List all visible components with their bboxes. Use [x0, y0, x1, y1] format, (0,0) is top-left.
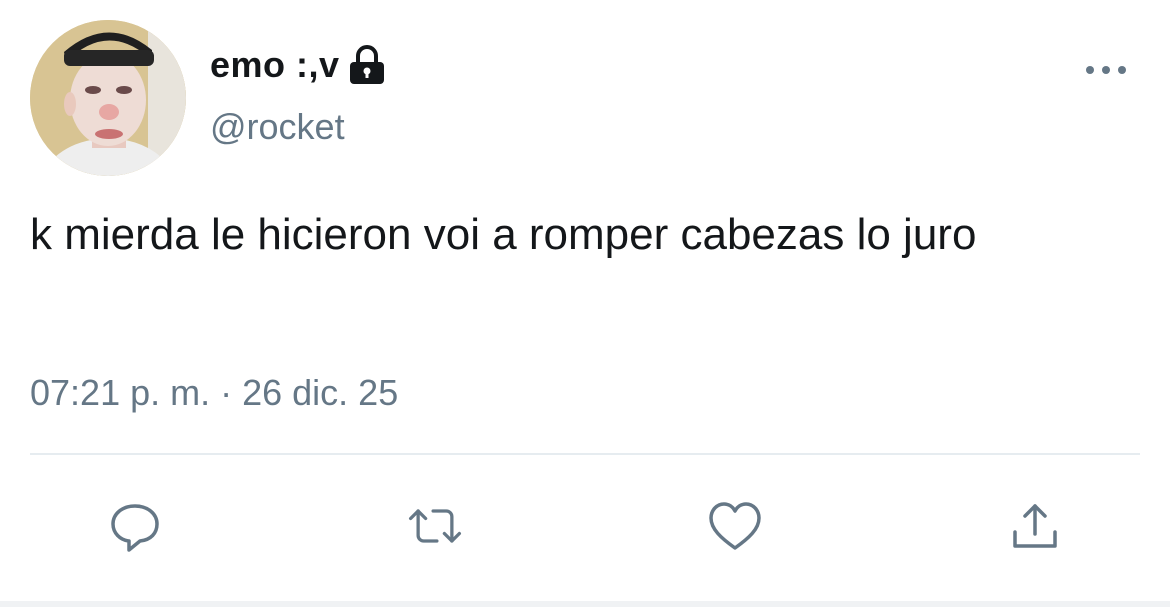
- comment-icon: [111, 504, 159, 552]
- share-icon: [1013, 504, 1057, 548]
- retweet-button[interactable]: [405, 496, 465, 556]
- user-avatar-photo: [30, 20, 186, 176]
- display-name[interactable]: emo :,v: [210, 44, 340, 86]
- tweet-card: emo :,v @rocket k mierda le hicieron voi…: [0, 0, 1170, 607]
- heart-icon: [709, 502, 761, 550]
- tweet-text: k mierda le hicieron voi a romper cabeza…: [30, 210, 977, 259]
- avatar[interactable]: [30, 20, 186, 176]
- like-button[interactable]: [705, 496, 765, 556]
- lock-icon: [348, 45, 386, 85]
- divider: [30, 453, 1140, 455]
- more-options-icon[interactable]: [1086, 58, 1126, 82]
- user-handle[interactable]: @rocket: [210, 106, 345, 148]
- reply-button[interactable]: [105, 496, 165, 556]
- share-button[interactable]: [1005, 496, 1065, 556]
- tweet-timestamp[interactable]: 07:21 p. m. · 26 dic. 25: [30, 372, 398, 414]
- user-name-row: emo :,v: [210, 40, 386, 90]
- bottom-edge: [0, 601, 1170, 607]
- retweet-icon: [408, 509, 462, 543]
- dot: [1118, 66, 1126, 74]
- dot: [1102, 66, 1110, 74]
- dot: [1086, 66, 1094, 74]
